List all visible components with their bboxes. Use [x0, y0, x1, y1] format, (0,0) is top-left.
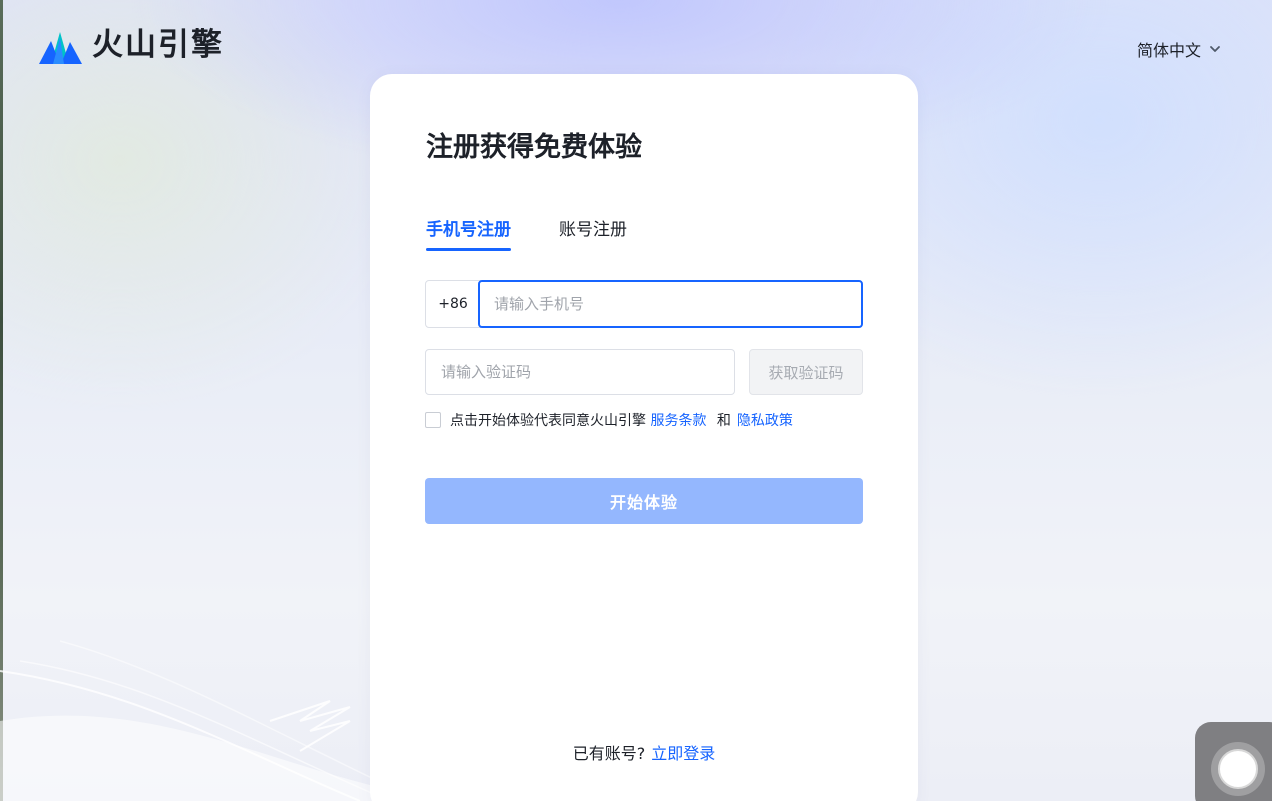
agreement-checkbox[interactable] — [425, 412, 441, 428]
tab-phone-register[interactable]: 手机号注册 — [426, 216, 511, 251]
login-prompt-row: 已有账号? 立即登录 — [370, 740, 918, 764]
floating-assistant-icon[interactable] — [1211, 742, 1265, 796]
phone-field-group: +86 — [425, 280, 863, 328]
language-label: 简体中文 — [1137, 41, 1202, 60]
chevron-down-icon — [1210, 46, 1220, 52]
country-code-selector[interactable]: +86 — [425, 280, 481, 328]
agreement-row: 点击开始体验代表同意火山引擎 服务条款 和隐私政策 — [425, 410, 793, 430]
agreement-text: 点击开始体验代表同意火山引擎 服务条款 和隐私政策 — [450, 410, 793, 430]
agreement-and: 和 — [716, 413, 731, 429]
terms-link[interactable]: 服务条款 — [650, 413, 706, 429]
login-prompt: 已有账号? — [572, 744, 646, 763]
verification-code-input[interactable] — [425, 349, 735, 395]
agreement-label: 点击开始体验代表同意火山引擎 — [450, 413, 646, 429]
phone-input[interactable] — [478, 280, 863, 328]
brand-logo[interactable]: 火山引擎 — [39, 25, 224, 65]
floating-assistant-panel — [1195, 722, 1272, 801]
page-title: 注册获得免费体验 — [426, 132, 642, 163]
privacy-link[interactable]: 隐私政策 — [737, 413, 793, 429]
language-selector[interactable]: 简体中文 — [1137, 36, 1221, 62]
get-code-button[interactable]: 获取验证码 — [749, 349, 863, 395]
login-link[interactable]: 立即登录 — [651, 744, 715, 763]
tab-account-register[interactable]: 账号注册 — [559, 216, 627, 244]
brand-name: 火山引擎 — [92, 27, 224, 63]
start-trial-button[interactable]: 开始体验 — [425, 478, 863, 524]
volcano-mountain-logo-icon — [39, 32, 82, 64]
register-card: 注册获得免费体验 手机号注册 账号注册 +86 获取验证码 点击开始体验代表同意… — [370, 74, 918, 801]
verification-field-group: 获取验证码 — [425, 349, 863, 395]
